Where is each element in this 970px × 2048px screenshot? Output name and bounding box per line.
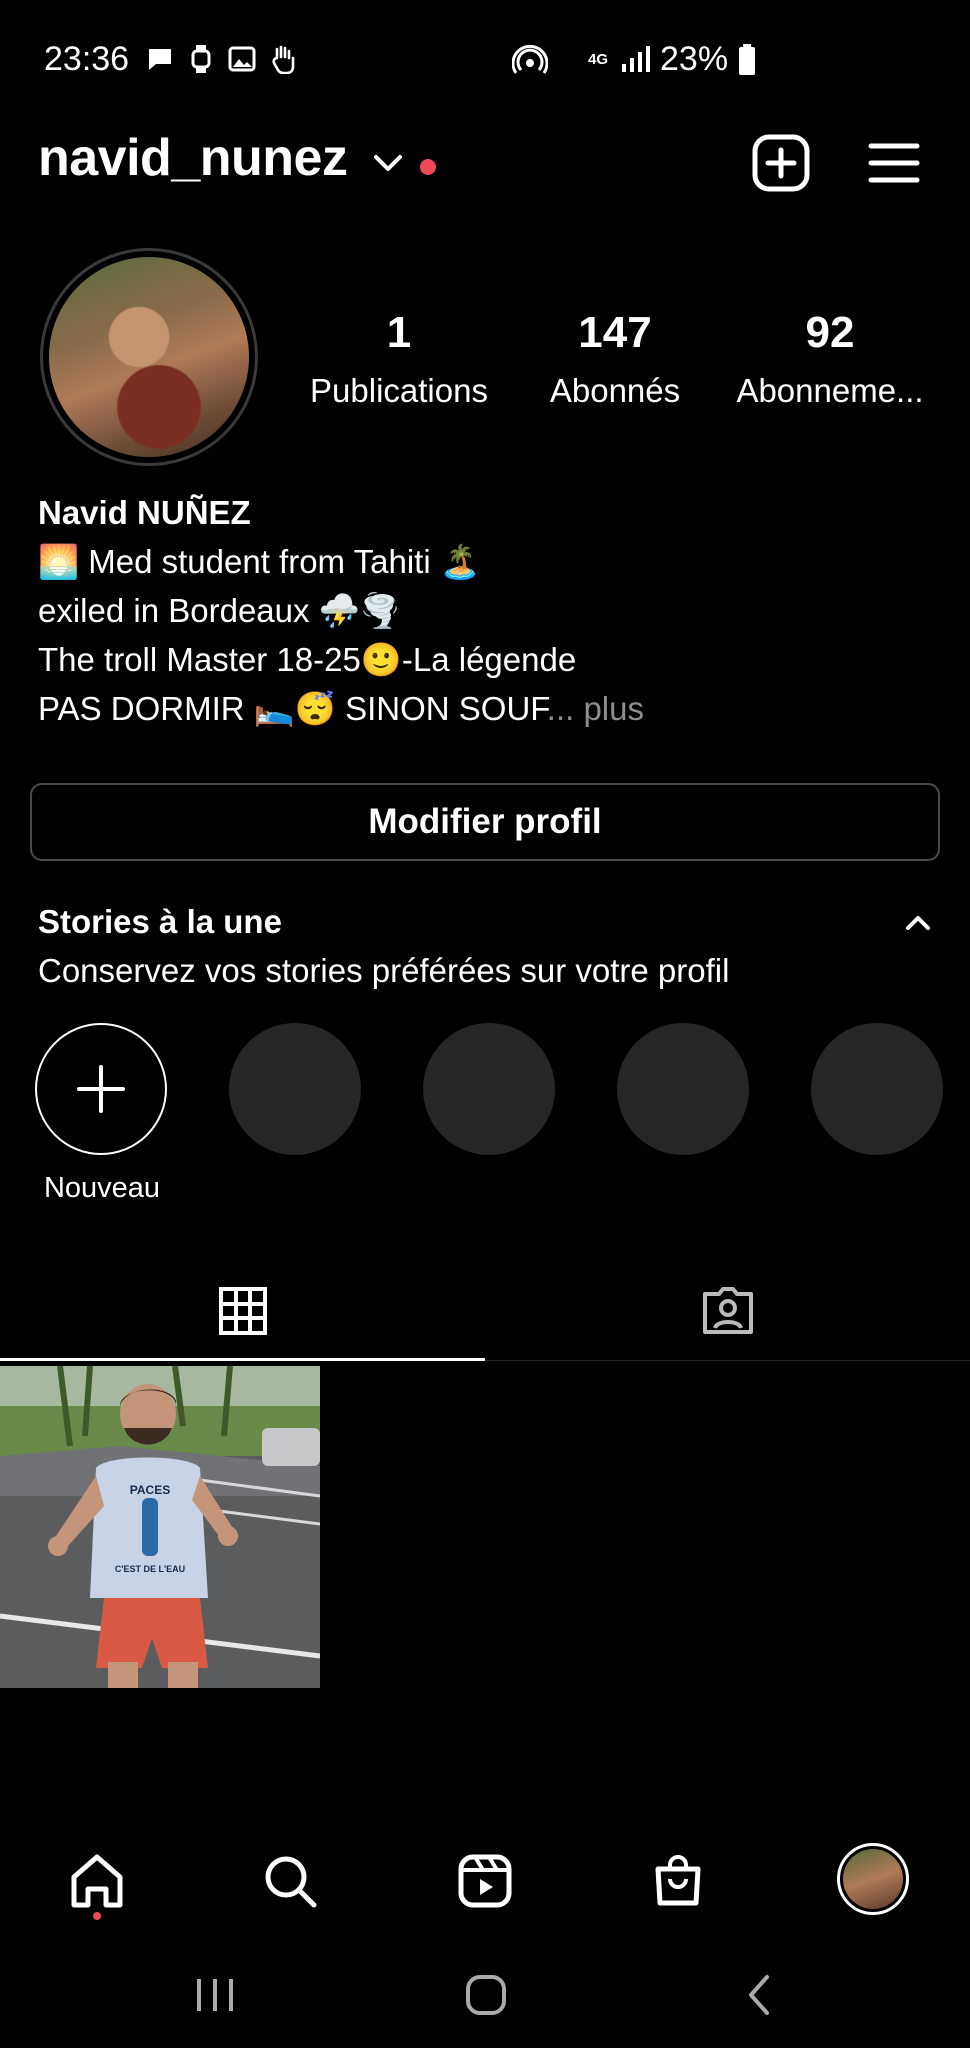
highlight-placeholder: [423, 1023, 555, 1155]
bio-line: PAS DORMIR 🛌😴 SINON SOUF: [38, 690, 547, 727]
bio-line-truncated: PAS DORMIR 🛌😴 SINON SOUF... plus: [38, 684, 644, 733]
back-icon: [749, 1975, 769, 2015]
stat-value: 147: [578, 308, 652, 357]
status-system-group: 4G 23%: [512, 40, 756, 79]
highlight-placeholder: [229, 1023, 361, 1155]
edit-profile-button[interactable]: Modifier profil: [30, 783, 940, 861]
new-highlight-button[interactable]: [35, 1023, 167, 1155]
network-type: 4G: [588, 50, 609, 68]
chevron-up-icon[interactable]: [903, 912, 933, 934]
nav-profile[interactable]: [837, 1843, 909, 1915]
tab-divider: [485, 1360, 970, 1361]
stat-publications[interactable]: 1 Publications: [294, 308, 504, 410]
notification-dot: [420, 159, 436, 175]
stat-label: Abonnés: [549, 372, 681, 409]
highlights-subtitle: Conservez vos stories préférées sur votr…: [38, 952, 730, 989]
message-icon: [149, 49, 171, 70]
username-switcher[interactable]: navid_nunez: [38, 128, 348, 188]
tagged-icon: [702, 1287, 753, 1334]
bio-line: The troll Master 18-25🙂-La légende: [38, 641, 577, 678]
home-notification-dot: [93, 1912, 101, 1920]
grid-icon: [218, 1287, 267, 1335]
reels-icon: [458, 1854, 512, 1908]
gesture-icon: [272, 45, 295, 74]
system-back[interactable]: [718, 1965, 798, 2025]
shop-icon: [655, 1855, 701, 1906]
status-time: 23:36: [44, 40, 130, 78]
hotspot-icon: [512, 44, 548, 74]
plus-icon: [77, 1065, 125, 1113]
battery-icon: [739, 43, 756, 75]
stat-value: 92: [805, 308, 855, 357]
gallery-icon: [228, 46, 256, 72]
highlights-title: Stories à la une: [38, 903, 282, 940]
stat-followers[interactable]: 147 Abonnés: [510, 308, 720, 410]
highlight-placeholder: [811, 1023, 943, 1155]
bio-line: 🌅 Med student from Tahiti 🏝️: [38, 543, 481, 580]
stat-label: Abonneme...: [736, 372, 924, 409]
stat-following[interactable]: 92 Abonneme...: [725, 308, 935, 410]
system-home[interactable]: [446, 1965, 526, 2025]
search-icon: [265, 1856, 317, 1908]
shirt-text-top: PACES: [130, 1483, 170, 1497]
tab-posts-grid[interactable]: [0, 1262, 485, 1360]
bio-more-link[interactable]: ... plus: [547, 690, 644, 727]
signal-icon: [622, 45, 650, 72]
nav-shop[interactable]: [643, 1846, 713, 1916]
watch-icon: [191, 45, 211, 73]
shirt-text-bottom: C'EST DE L'EAU: [115, 1564, 185, 1574]
recents-icon: [197, 1979, 233, 2011]
nav-home[interactable]: [62, 1846, 132, 1916]
home-icon: [71, 1854, 123, 1908]
home-button-icon: [466, 1975, 506, 2015]
profile-avatar[interactable]: [40, 248, 258, 466]
profile-avatar-small: [843, 1849, 903, 1909]
tab-tagged[interactable]: [485, 1262, 970, 1360]
status-bar: 23:36 4G 23%: [0, 0, 970, 120]
stat-value: 1: [386, 308, 412, 357]
menu-icon[interactable]: [868, 140, 920, 186]
add-post-icon[interactable]: [752, 134, 810, 192]
nav-reels[interactable]: [450, 1846, 520, 1916]
status-notification-icons: [146, 44, 298, 74]
highlight-placeholder: [617, 1023, 749, 1155]
system-recents[interactable]: [175, 1965, 255, 2025]
nav-search[interactable]: [255, 1846, 325, 1916]
bio-line: exiled in Bordeaux ⛈️🌪️: [38, 592, 401, 629]
chevron-down-icon[interactable]: [372, 152, 404, 174]
post-image: PACES C'EST DE L'EAU: [0, 1366, 320, 1688]
stat-label: Publications: [310, 372, 488, 409]
avatar-image: [49, 257, 249, 457]
active-tab-indicator: [0, 1358, 485, 1361]
battery-percent: 23%: [660, 40, 729, 78]
profile-tabs: [0, 1262, 970, 1362]
display-name: Navid NUÑEZ: [38, 494, 251, 531]
profile-bio: Navid NUÑEZ 🌅 Med student from Tahiti 🏝️…: [38, 488, 644, 733]
post-thumbnail[interactable]: PACES C'EST DE L'EAU: [0, 1366, 320, 1688]
new-highlight-label: Nouveau: [43, 1172, 161, 1204]
